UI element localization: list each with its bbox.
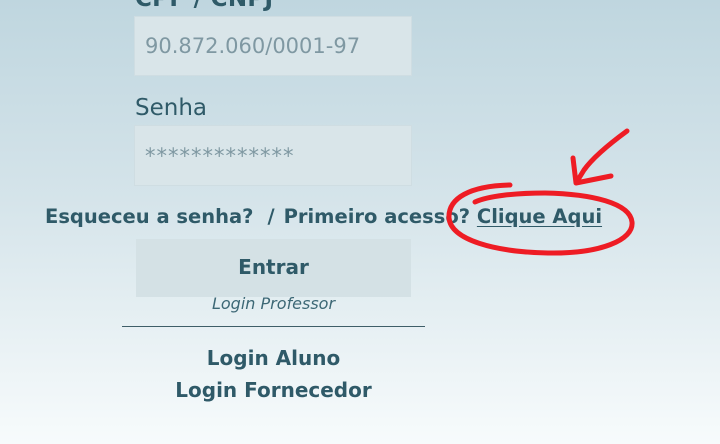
- login-fornecedor-link[interactable]: Login Fornecedor: [122, 378, 425, 402]
- cpf-cnpj-input[interactable]: 90.872.060/0001-97: [134, 16, 412, 76]
- arrow-annotation: [570, 128, 630, 186]
- password-input[interactable]: *************: [134, 125, 412, 186]
- cpf-label: CPF / CNPJ: [135, 0, 273, 12]
- enter-button[interactable]: Entrar: [136, 239, 411, 297]
- first-access-text: Primeiro acesso?: [283, 205, 471, 228]
- cpf-cnpj-value: 90.872.060/0001-97: [145, 34, 361, 58]
- click-here-link[interactable]: Clique Aqui: [477, 205, 602, 228]
- login-professor-link[interactable]: Login Professor: [136, 294, 411, 313]
- divider: [122, 326, 425, 327]
- separator: /: [267, 205, 275, 228]
- forgot-password-link[interactable]: Esqueceu a senha?: [45, 205, 253, 228]
- password-value: *************: [145, 143, 295, 168]
- senha-label: Senha: [135, 95, 207, 121]
- help-links-row: Esqueceu a senha? / Primeiro acesso? Cliqu…: [45, 205, 645, 228]
- login-aluno-link[interactable]: Login Aluno: [122, 346, 425, 370]
